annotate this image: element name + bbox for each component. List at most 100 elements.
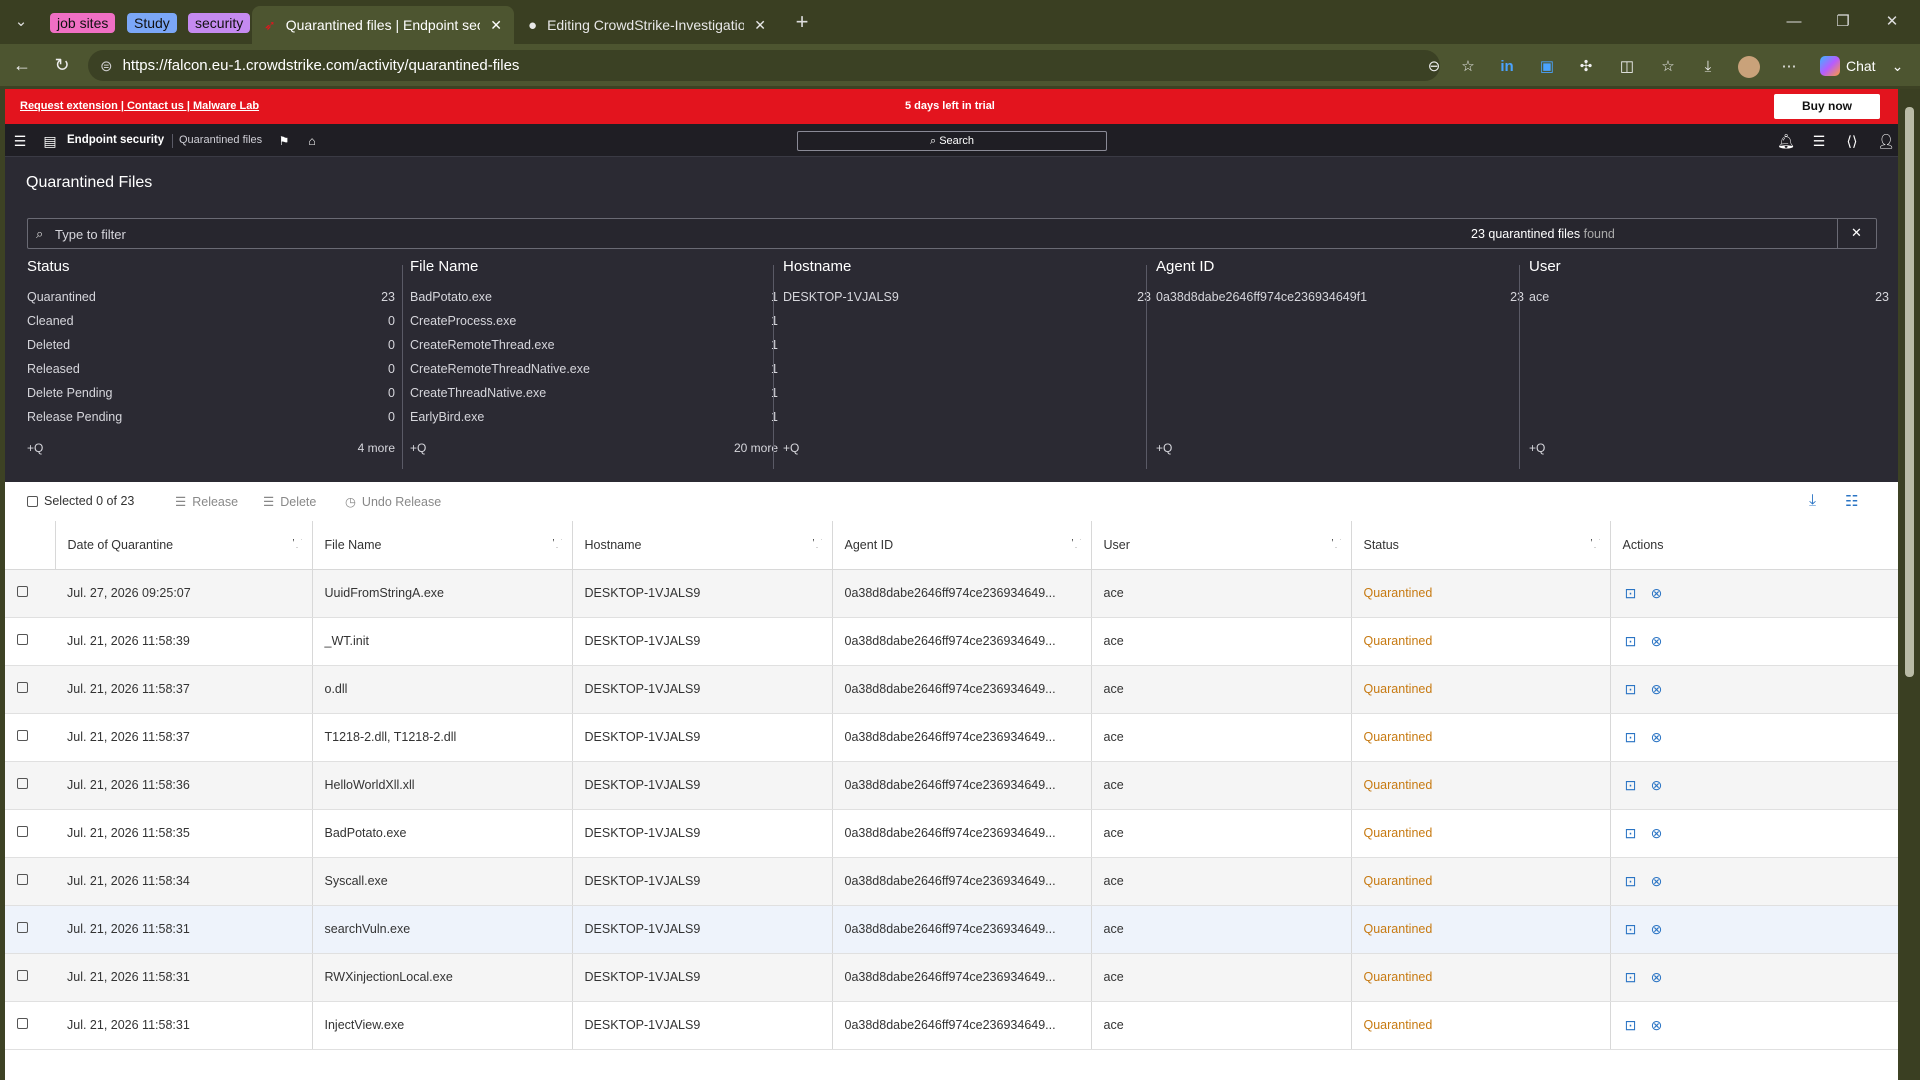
release-file-icon[interactable]: ⊡ [1623, 729, 1639, 745]
table-row[interactable]: Jul. 21, 2026 11:58:36 HelloWorldXll.xll D… [5, 761, 1898, 810]
add-filter-button[interactable]: +Q [783, 441, 799, 455]
table-row[interactable]: Jul. 21, 2026 11:58:37 T1218-2.dll, T1218… [5, 713, 1898, 762]
delete-file-icon[interactable]: ⊗ [1649, 585, 1665, 601]
buy-now-button[interactable]: Buy now [1774, 94, 1880, 119]
facet-row[interactable]: ace 23 [1529, 285, 1889, 309]
facet-row[interactable]: Released 0 [27, 357, 395, 381]
delete-file-icon[interactable]: ⊗ [1649, 825, 1665, 841]
new-tab-icon[interactable]: + [790, 10, 814, 34]
delete-file-icon[interactable]: ⊗ [1649, 969, 1665, 985]
menu-icon[interactable]: ☰ [11, 132, 29, 150]
add-filter-button[interactable]: +Q [27, 441, 43, 455]
delete-file-icon[interactable]: ⊗ [1649, 777, 1665, 793]
release-file-icon[interactable]: ⊡ [1623, 585, 1639, 601]
tab-group-job-sites[interactable]: job sites [50, 13, 116, 33]
facet-row[interactable]: Cleaned 0 [27, 309, 395, 333]
facet-row[interactable]: Release Pending 0 [27, 405, 395, 429]
delete-file-icon[interactable]: ⊗ [1649, 633, 1665, 649]
close-tab-icon[interactable]: ✕ [754, 17, 766, 34]
delete-file-icon[interactable]: ⊗ [1649, 921, 1665, 937]
select-all-checkbox[interactable] [27, 495, 38, 507]
tab-quarantined-files[interactable]: ➶ Quarantined files | Endpoint security … [252, 6, 514, 44]
release-file-icon[interactable]: ⊡ [1623, 681, 1639, 697]
column-settings-icon[interactable]: ☷ [1845, 492, 1858, 510]
row-checkbox[interactable] [17, 970, 28, 981]
header-hostname[interactable]: Hostname [572, 521, 833, 570]
facet-row[interactable]: CreateRemoteThread.exe 1 [410, 333, 778, 357]
address-bar[interactable]: ⊜ https://falcon.eu-1.crowdstrike.com/ac… [88, 50, 1440, 81]
release-file-icon[interactable]: ⊡ [1623, 777, 1639, 793]
delete-button[interactable]: ☰ Delete [263, 494, 316, 510]
undo-release-button[interactable]: ◷ Undo Release [345, 494, 441, 510]
release-file-icon[interactable]: ⊡ [1623, 825, 1639, 841]
export-download-icon[interactable]: ⤓ [1809, 492, 1816, 510]
table-row[interactable]: Jul. 21, 2026 11:58:31 InjectView.exe DESK… [5, 1001, 1898, 1050]
table-row[interactable]: Jul. 21, 2026 11:58:31 searchVuln.exe DESK… [5, 905, 1898, 954]
notifications-bell-icon[interactable]: 🔔︎ [1777, 132, 1795, 150]
maximize-icon[interactable]: ❐ [1831, 10, 1855, 34]
filter-funnel-icon[interactable] [1590, 539, 1600, 548]
facet-row[interactable]: EarlyBird.exe 1 [410, 405, 778, 429]
row-checkbox[interactable] [17, 826, 28, 837]
facet-row[interactable]: Delete Pending 0 [27, 381, 395, 405]
trial-links[interactable]: Request extension | Contact us | Malware… [20, 100, 259, 112]
site-info-icon[interactable]: ⊜ [100, 57, 113, 75]
global-search[interactable]: ⌕ Search [797, 131, 1107, 151]
tab-group-study[interactable]: Study [127, 13, 177, 33]
header-agent-id[interactable]: Agent ID [832, 521, 1092, 570]
facet-row[interactable]: CreateThreadNative.exe 1 [410, 381, 778, 405]
back-icon[interactable]: ← [10, 53, 34, 77]
facet-row[interactable]: CreateProcess.exe 1 [410, 309, 778, 333]
delete-file-icon[interactable]: ⊗ [1649, 873, 1665, 889]
table-row[interactable]: Jul. 21, 2026 11:58:37 o.dll DESKTOP-1VJAL… [5, 665, 1898, 714]
delete-file-icon[interactable]: ⊗ [1649, 1017, 1665, 1033]
filter-funnel-icon[interactable] [552, 539, 562, 548]
extension-icon[interactable]: ▣ [1536, 56, 1558, 78]
add-filter-button[interactable]: +Q [1156, 441, 1172, 455]
more-menu-icon[interactable]: ⋯ [1778, 56, 1800, 78]
reload-icon[interactable]: ↻ [50, 53, 74, 77]
release-file-icon[interactable]: ⊡ [1623, 921, 1639, 937]
row-checkbox[interactable] [17, 874, 28, 885]
facet-row[interactable]: CreateRemoteThreadNative.exe 1 [410, 357, 778, 381]
tab-editing-crowdstrike[interactable]: ● Editing CrowdStrike-Investigations ✕ [516, 6, 778, 44]
close-tab-icon[interactable]: ✕ [490, 17, 502, 34]
minimize-icon[interactable]: — [1782, 10, 1806, 34]
release-file-icon[interactable]: ⊡ [1623, 633, 1639, 649]
tab-group-security[interactable]: security [188, 13, 251, 33]
copilot-chat-button[interactable]: Chat ⌄ [1820, 56, 1903, 76]
release-file-icon[interactable]: ⊡ [1623, 873, 1639, 889]
table-row[interactable]: Jul. 27, 2026 09:25:07 UuidFromStringA.ex… [5, 569, 1898, 618]
tab-list-chevron-icon[interactable]: ⌄ [9, 10, 33, 34]
row-checkbox[interactable] [17, 634, 28, 645]
filter-bar[interactable]: ⌕ Type to filter 23 quarantined files fo… [27, 218, 1877, 249]
add-filter-button[interactable]: +Q [1529, 441, 1545, 455]
facet-row[interactable]: BadPotato.exe 1 [410, 285, 778, 309]
facet-row[interactable]: Deleted 0 [27, 333, 395, 357]
linkedin-extension-icon[interactable]: in [1496, 56, 1518, 78]
row-checkbox[interactable] [17, 778, 28, 789]
release-file-icon[interactable]: ⊡ [1623, 969, 1639, 985]
header-file-name[interactable]: File Name [312, 521, 573, 570]
row-checkbox[interactable] [17, 586, 28, 597]
favorites-icon[interactable]: ☆ [1657, 56, 1679, 78]
profile-avatar[interactable] [1738, 56, 1760, 78]
table-row[interactable]: Jul. 21, 2026 11:58:31 RWXinjectionLocal.… [5, 953, 1898, 1002]
more-link[interactable]: 20 more [734, 441, 778, 455]
extensions-puzzle-icon[interactable]: ✣ [1575, 56, 1597, 78]
clear-filter-icon[interactable]: ✕ [1851, 225, 1862, 241]
scrollbar-thumb[interactable] [1905, 107, 1914, 677]
table-row[interactable]: Jul. 21, 2026 11:58:35 BadPotato.exe DESKT… [5, 809, 1898, 858]
product-name[interactable]: Endpoint security [67, 134, 164, 146]
user-profile-icon[interactable]: 👤︎ [1877, 132, 1895, 150]
release-button[interactable]: ☰ Release [175, 494, 238, 510]
messages-icon[interactable]: ☰ [1810, 132, 1828, 150]
header-user[interactable]: User [1091, 521, 1352, 570]
select-all[interactable]: Selected 0 of 23 [27, 494, 134, 508]
row-checkbox[interactable] [17, 730, 28, 741]
delete-file-icon[interactable]: ⊗ [1649, 729, 1665, 745]
more-link[interactable]: 4 more [358, 441, 395, 455]
split-screen-icon[interactable]: ◫ [1616, 56, 1638, 78]
release-file-icon[interactable]: ⊡ [1623, 1017, 1639, 1033]
filter-input[interactable]: Type to filter [55, 227, 126, 242]
